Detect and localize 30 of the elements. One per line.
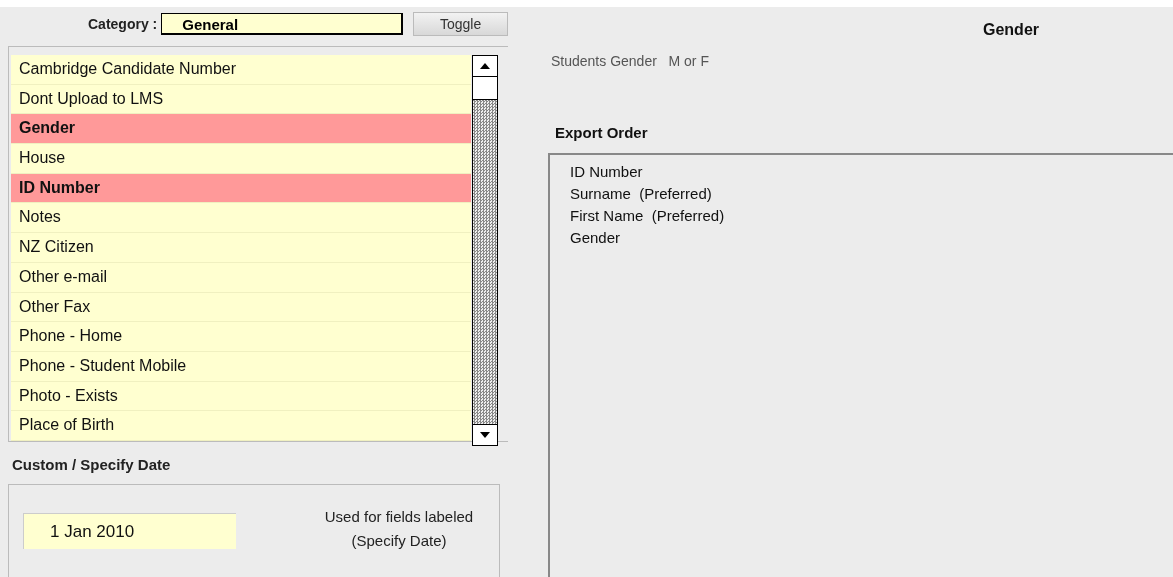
field-item[interactable]: Phone - Student Mobile xyxy=(11,351,471,382)
export-item[interactable]: ID Number xyxy=(570,161,643,183)
toggle-button[interactable]: Toggle xyxy=(413,12,508,36)
section-heading: Export Order xyxy=(555,124,648,141)
field-item[interactable]: Cambridge Candidate Number xyxy=(11,55,471,85)
field-item[interactable]: House xyxy=(11,144,471,174)
category-field[interactable]: General xyxy=(161,13,404,35)
category-label: Category : xyxy=(88,16,158,32)
field-item[interactable]: Photo - Exists xyxy=(11,381,471,412)
scroll-thumb[interactable] xyxy=(473,77,497,100)
field-item[interactable]: Gender xyxy=(11,114,471,145)
field-item[interactable]: Place of Birth xyxy=(11,411,471,441)
field-item[interactable]: Other Fax xyxy=(11,292,471,323)
field-item[interactable]: NZ Citizen xyxy=(11,233,471,263)
scroll-up-icon[interactable] xyxy=(473,56,497,77)
field-item[interactable]: Other e-mail xyxy=(11,262,471,293)
export-item[interactable]: Gender xyxy=(570,227,621,249)
field-item[interactable]: ID Number xyxy=(11,173,471,204)
field-item[interactable]: Notes xyxy=(11,203,471,234)
export-item[interactable]: First Name (Preferred) xyxy=(570,205,725,227)
field-title: Gender xyxy=(983,21,1039,39)
export-item[interactable]: Surname (Preferred) xyxy=(570,183,712,205)
scroll-down-icon[interactable] xyxy=(473,424,497,446)
scrollbar[interactable] xyxy=(472,55,498,447)
field-description: Students Gender M or F xyxy=(551,53,709,69)
field-item[interactable]: Dont Upload to LMS xyxy=(11,84,471,115)
date-field[interactable]: 1 Jan 2010 xyxy=(23,513,236,549)
field-item[interactable]: Phone - Home xyxy=(11,322,471,352)
section-heading: Custom / Specify Date xyxy=(12,456,172,474)
date-note: Used for fields labeled (Specify Date) xyxy=(323,507,475,551)
